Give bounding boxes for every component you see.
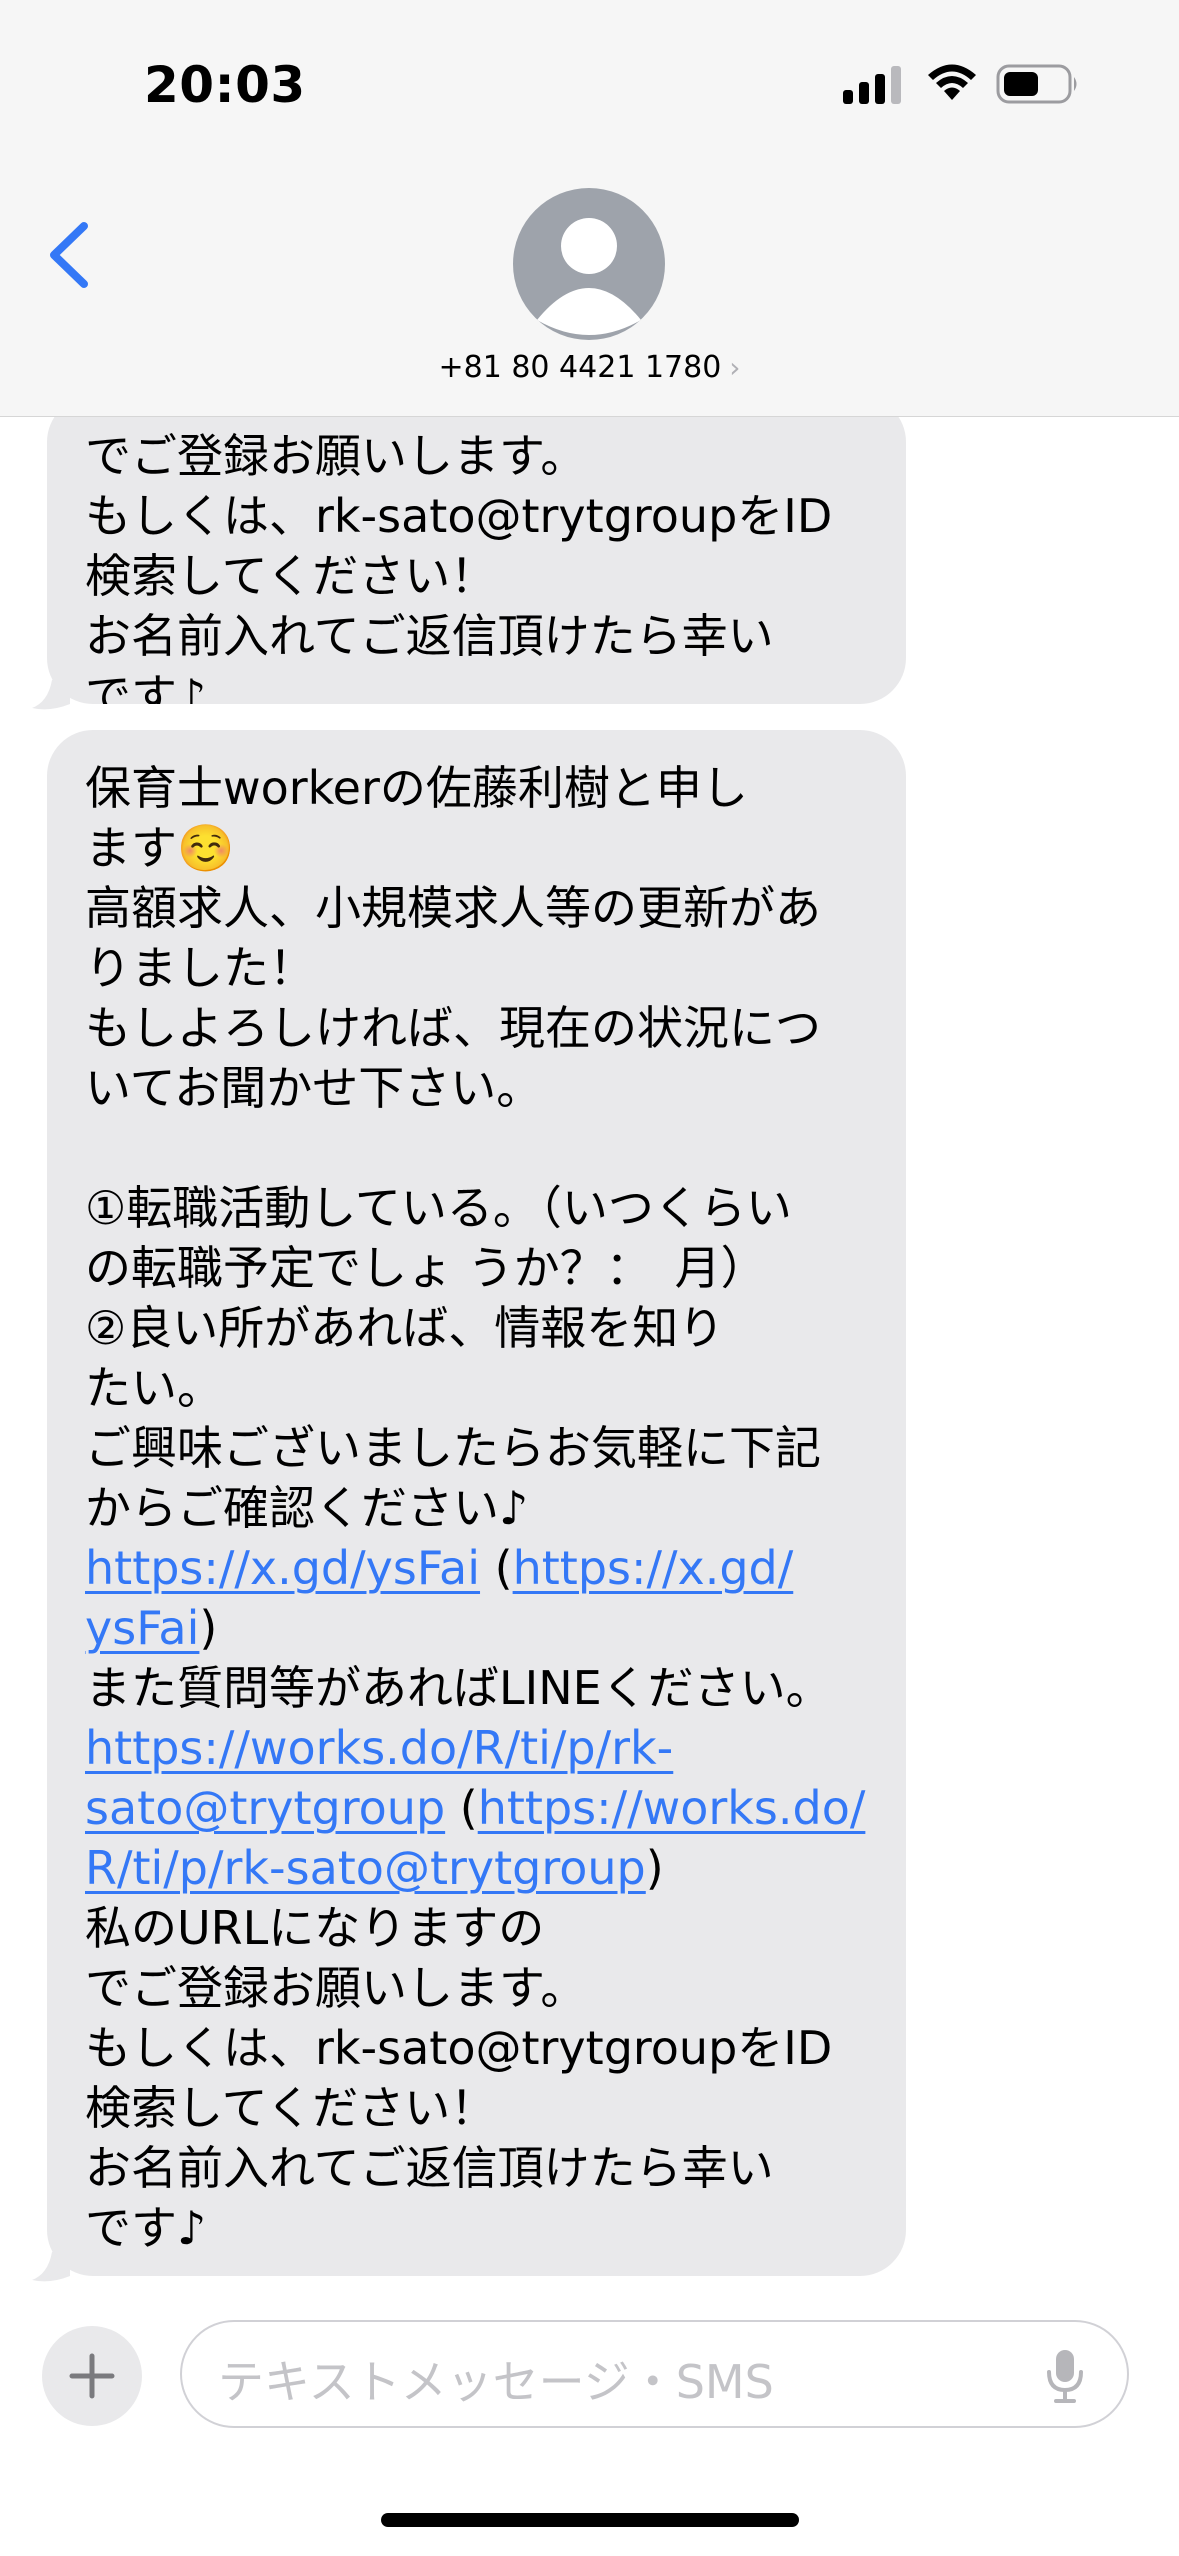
paren-open: ( bbox=[445, 1781, 478, 1835]
message-line: ysFai) bbox=[85, 1598, 866, 1658]
plus-icon bbox=[69, 2353, 115, 2399]
bubble-tail bbox=[32, 2248, 70, 2282]
message-line: ②良い所があれば、情報を知り bbox=[85, 1301, 725, 1355]
microphone-icon[interactable] bbox=[1044, 2348, 1086, 2404]
conversation-header: 20:03 +81 80 4421 1780 › bbox=[0, 0, 1179, 417]
bubble-tail bbox=[32, 676, 70, 710]
message-line: お名前入れてご返信頂けたら幸い bbox=[85, 609, 774, 663]
avatar[interactable] bbox=[513, 188, 665, 340]
message-line: です♪ bbox=[85, 2201, 207, 2255]
message-line: もしよろしければ、現在の状況につ bbox=[85, 1001, 821, 1055]
message-line: ます☺️ bbox=[85, 821, 235, 875]
message-line: もしくは、rk-sato@trytgroupをID bbox=[85, 2021, 833, 2075]
person-icon bbox=[537, 218, 641, 335]
chevron-left-icon[interactable] bbox=[40, 220, 100, 290]
message-line: https://x.gd/ysFai (https://x.gd/ bbox=[85, 1538, 866, 1598]
add-attachment-button[interactable] bbox=[42, 2326, 142, 2426]
message-bubble[interactable]: 保育士workerの佐藤利樹と申し ます☺️ 高額求人、小規模求人等の更新があ … bbox=[47, 730, 906, 2276]
paren-open: ( bbox=[480, 1541, 513, 1595]
contact-number: +81 80 4421 1780 bbox=[438, 350, 722, 385]
message-line: sato@trytgroup (https://works.do/ bbox=[85, 1778, 866, 1838]
message-line: 検索してください！ bbox=[85, 549, 497, 603]
link-short-url-alt-cont[interactable]: ysFai bbox=[85, 1601, 199, 1655]
message-line: の転職予定でしょ うか？： 月） bbox=[85, 1241, 767, 1295]
link-works-url-alt[interactable]: https://works.do/ bbox=[478, 1781, 866, 1835]
link-works-url-cont[interactable]: sato@trytgroup bbox=[85, 1781, 445, 1835]
message-line: でご登録お願いします。 bbox=[85, 429, 587, 483]
battery-icon bbox=[996, 64, 1077, 104]
paren-close: ) bbox=[199, 1601, 218, 1655]
home-indicator bbox=[381, 2513, 799, 2527]
message-input-placeholder: テキストメッセージ・SMS bbox=[218, 2355, 774, 2409]
message-line: りました！ bbox=[85, 941, 315, 995]
message-line: です♪ bbox=[85, 669, 207, 704]
message-line: でご登録お願いします。 bbox=[85, 1961, 587, 2015]
message-line: お名前入れてご返信頂けたら幸い bbox=[85, 2141, 774, 2195]
message-line: ご興味ございましたらお気軽に下記 bbox=[85, 1421, 821, 1475]
cellular-signal-icon bbox=[843, 64, 903, 104]
contact-name-button[interactable]: +81 80 4421 1780 › bbox=[0, 350, 1179, 385]
message-line: また質問等があればLINEください。 bbox=[85, 1661, 832, 1715]
wifi-icon bbox=[928, 64, 976, 100]
link-works-url-alt-cont[interactable]: R/ti/p/rk-sato@trytgroup bbox=[85, 1841, 646, 1895]
paren-close: ) bbox=[645, 1841, 664, 1895]
message-line: https://works.do/R/ti/p/rk- bbox=[85, 1718, 866, 1778]
message-line: R/ti/p/rk-sato@trytgroup) bbox=[85, 1838, 866, 1898]
message-line: からご確認ください♪ bbox=[85, 1481, 529, 1535]
message-line: ①転職活動している。（いつくらい bbox=[85, 1181, 792, 1235]
message-line: もしくは、rk-sato@trytgroupをID bbox=[85, 489, 833, 543]
link-short-url-alt[interactable]: https://x.gd/ bbox=[513, 1541, 794, 1595]
link-short-url[interactable]: https://x.gd/ysFai bbox=[85, 1541, 480, 1595]
message-line: いてお聞かせ下さい。 bbox=[85, 1061, 543, 1115]
message-input[interactable]: テキストメッセージ・SMS bbox=[180, 2320, 1129, 2428]
message-line: 保育士workerの佐藤利樹と申し bbox=[85, 761, 748, 815]
link-works-url[interactable]: https://works.do/R/ti/p/rk- bbox=[85, 1721, 673, 1775]
status-time: 20:03 bbox=[144, 56, 306, 114]
message-bubble[interactable]: でご登録お願いします。 もしくは、rk-sato@trytgroupをID 検索… bbox=[47, 396, 906, 704]
message-line: たい。 bbox=[85, 1361, 223, 1415]
message-line: 検索してください！ bbox=[85, 2081, 497, 2135]
chevron-right-icon: › bbox=[729, 351, 741, 384]
message-line: 私のURLになりますの bbox=[85, 1901, 545, 1955]
message-line: 高額求人、小規模求人等の更新があ bbox=[85, 881, 821, 935]
